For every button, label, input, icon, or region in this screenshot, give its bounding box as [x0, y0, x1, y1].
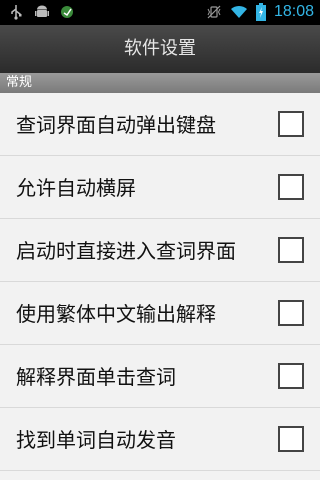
- setting-row-auto-landscape[interactable]: 允许自动横屏: [0, 156, 320, 219]
- status-time: 18:08: [273, 3, 314, 20]
- setting-row-traditional-chinese[interactable]: 使用繁体中文输出解释: [0, 282, 320, 345]
- setting-checkbox[interactable]: [278, 363, 304, 389]
- usb-icon: [11, 5, 22, 20]
- setting-label: 查词界面自动弹出键盘: [16, 113, 216, 137]
- setting-checkbox[interactable]: [278, 174, 304, 200]
- setting-checkbox[interactable]: [278, 300, 304, 326]
- setting-row-start-in-lookup[interactable]: 启动时直接进入查词界面: [0, 219, 320, 282]
- title-bar: 软件设置: [0, 25, 320, 73]
- setting-checkbox[interactable]: [278, 111, 304, 137]
- setting-label: 允许自动横屏: [16, 176, 136, 200]
- status-bar: 18:08: [0, 0, 320, 25]
- battery-charging-icon: [255, 3, 266, 21]
- section-header: 常规: [0, 73, 320, 93]
- setting-row-tap-to-lookup[interactable]: 解释界面单击查词: [0, 345, 320, 408]
- status-bar-system: 18:08: [206, 2, 314, 22]
- setting-label: 启动时直接进入查词界面: [16, 239, 236, 263]
- setting-checkbox[interactable]: [278, 237, 304, 263]
- setting-row-auto-keyboard[interactable]: 查词界面自动弹出键盘: [0, 93, 320, 156]
- page-title: 软件设置: [124, 38, 196, 59]
- setting-row-auto-pronounce[interactable]: 找到单词自动发音: [0, 408, 320, 471]
- setting-label: 找到单词自动发音: [16, 428, 176, 452]
- setting-label: 解释界面单击查词: [16, 365, 176, 389]
- vibrate-icon: [207, 5, 221, 19]
- settings-list: 查词界面自动弹出键盘 允许自动横屏 启动时直接进入查词界面 使用繁体中文输出解释…: [0, 93, 320, 471]
- status-bar-notifications: [8, 4, 76, 20]
- section-header-label: 常规: [6, 75, 33, 90]
- setting-label: 使用繁体中文输出解释: [16, 302, 216, 326]
- android-debug-icon: [35, 5, 49, 17]
- app-notification-icon: [61, 6, 73, 18]
- setting-checkbox[interactable]: [278, 426, 304, 452]
- wifi-icon: [230, 5, 247, 18]
